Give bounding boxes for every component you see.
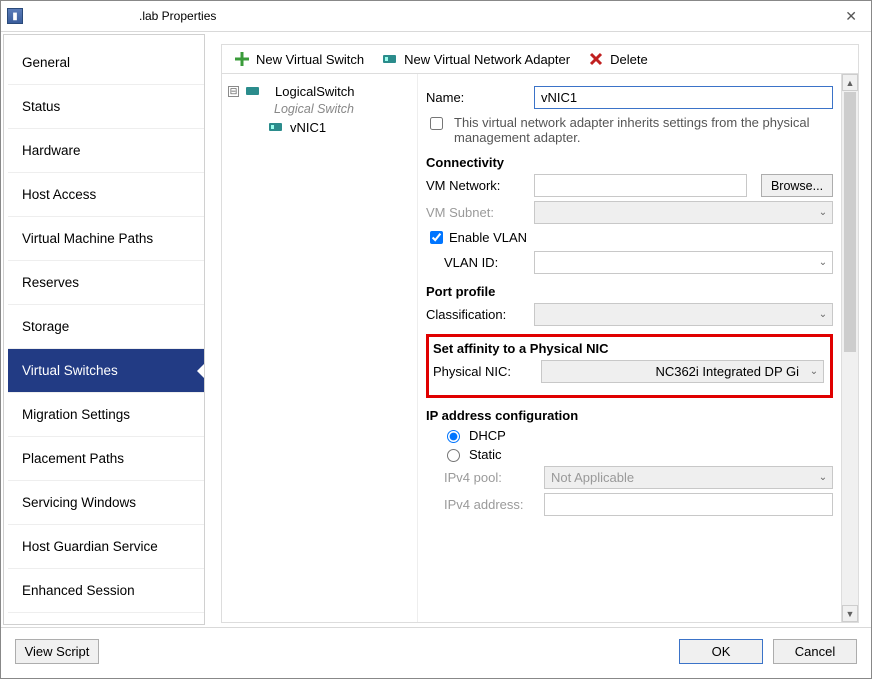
delete-icon bbox=[588, 51, 604, 67]
nav-hardware[interactable]: Hardware bbox=[8, 129, 204, 173]
tree-root-label: LogicalSwitch bbox=[275, 84, 355, 99]
nav-reserves[interactable]: Reserves bbox=[8, 261, 204, 305]
chevron-down-icon: ⌄ bbox=[805, 366, 823, 377]
nav-host-guardian[interactable]: Host Guardian Service bbox=[8, 525, 204, 569]
tree-root-sub: Logical Switch bbox=[226, 102, 413, 116]
close-icon[interactable]: ✕ bbox=[839, 6, 863, 27]
connectivity-header: Connectivity bbox=[426, 155, 833, 170]
vm-subnet-label: VM Subnet: bbox=[426, 205, 534, 220]
ipv4-pool-value: Not Applicable bbox=[545, 470, 814, 485]
vm-network-select[interactable] bbox=[534, 174, 747, 197]
enable-vlan-label: Enable VLAN bbox=[449, 230, 527, 245]
vertical-scrollbar[interactable]: ▲ ▼ bbox=[841, 74, 858, 622]
network-adapter-icon bbox=[382, 51, 398, 67]
plus-icon bbox=[234, 51, 250, 67]
ipv4-address-input bbox=[544, 493, 833, 516]
physical-nic-value: NC362i Integrated DP Gi bbox=[542, 364, 805, 379]
name-input[interactable] bbox=[534, 86, 833, 109]
nav-storage[interactable]: Storage bbox=[8, 305, 204, 349]
enable-vlan-checkbox[interactable] bbox=[430, 231, 443, 244]
tree-child-vnic1[interactable]: vNIC1 bbox=[226, 116, 413, 138]
vnic-icon bbox=[268, 119, 284, 135]
tree-child-label: vNIC1 bbox=[290, 120, 326, 135]
nav-virtual-switches[interactable]: Virtual Switches bbox=[8, 349, 204, 393]
content-area: New Virtual Switch New Virtual Network A… bbox=[205, 32, 871, 627]
vlan-id-label: VLAN ID: bbox=[444, 255, 534, 270]
scroll-thumb[interactable] bbox=[844, 92, 856, 352]
nav-status[interactable]: Status bbox=[8, 85, 204, 129]
switch-icon bbox=[245, 83, 261, 99]
port-profile-header: Port profile bbox=[426, 284, 833, 299]
chevron-down-icon: ⌄ bbox=[814, 309, 832, 320]
static-label: Static bbox=[469, 447, 502, 462]
tree-root[interactable]: ⊟ LogicalSwitch bbox=[226, 80, 413, 102]
physical-nic-label: Physical NIC: bbox=[433, 364, 541, 379]
cancel-button[interactable]: Cancel bbox=[773, 639, 857, 664]
scroll-up-icon[interactable]: ▲ bbox=[842, 74, 858, 91]
new-adapter-label: New Virtual Network Adapter bbox=[404, 52, 570, 67]
vm-subnet-select: ⌄ bbox=[534, 201, 833, 224]
ip-header: IP address configuration bbox=[426, 408, 833, 423]
title-bar: ▮ .lab Properties ✕ bbox=[1, 1, 871, 32]
delete-label: Delete bbox=[610, 52, 648, 67]
dialog-footer: View Script OK Cancel bbox=[1, 627, 871, 674]
inherit-label: This virtual network adapter inherits se… bbox=[454, 115, 833, 145]
ipv4-pool-select: Not Applicable ⌄ bbox=[544, 466, 833, 489]
static-radio[interactable] bbox=[447, 449, 460, 462]
name-label: Name: bbox=[426, 90, 534, 105]
delete-button[interactable]: Delete bbox=[582, 49, 654, 69]
classification-label: Classification: bbox=[426, 307, 534, 322]
nav-placement[interactable]: Placement Paths bbox=[8, 437, 204, 481]
nav-migration[interactable]: Migration Settings bbox=[8, 393, 204, 437]
browse-button[interactable]: Browse... bbox=[761, 174, 833, 197]
switch-tree: ⊟ LogicalSwitch Logical Switch vNIC1 bbox=[222, 74, 418, 622]
chevron-down-icon: ⌄ bbox=[814, 472, 832, 483]
ipv4-pool-label: IPv4 pool: bbox=[444, 470, 544, 485]
nav-servicing[interactable]: Servicing Windows bbox=[8, 481, 204, 525]
dhcp-radio[interactable] bbox=[447, 430, 460, 443]
nav-general[interactable]: General bbox=[8, 41, 204, 85]
inherit-checkbox[interactable] bbox=[430, 117, 443, 130]
new-switch-label: New Virtual Switch bbox=[256, 52, 364, 67]
chevron-down-icon: ⌄ bbox=[814, 207, 832, 218]
new-virtual-switch-button[interactable]: New Virtual Switch bbox=[228, 49, 370, 69]
physical-nic-select[interactable]: NC362i Integrated DP Gi ⌄ bbox=[541, 360, 824, 383]
affinity-highlight: Set affinity to a Physical NIC Physical … bbox=[426, 334, 833, 398]
view-script-button[interactable]: View Script bbox=[15, 639, 99, 664]
sidebar: General Status Hardware Host Access Virt… bbox=[3, 34, 205, 625]
new-virtual-adapter-button[interactable]: New Virtual Network Adapter bbox=[376, 49, 576, 69]
ipv4-address-label: IPv4 address: bbox=[444, 497, 544, 512]
collapse-icon[interactable]: ⊟ bbox=[228, 86, 239, 97]
vlan-id-select[interactable]: ⌄ bbox=[534, 251, 833, 274]
vm-network-label: VM Network: bbox=[426, 178, 534, 193]
nav-host-access[interactable]: Host Access bbox=[8, 173, 204, 217]
scroll-down-icon[interactable]: ▼ bbox=[842, 605, 858, 622]
properties-form: Name: This virtual network adapter inher… bbox=[418, 74, 841, 622]
ok-button[interactable]: OK bbox=[679, 639, 763, 664]
affinity-header: Set affinity to a Physical NIC bbox=[433, 341, 824, 356]
classification-select[interactable]: ⌄ bbox=[534, 303, 833, 326]
dhcp-label: DHCP bbox=[469, 428, 506, 443]
nav-enhanced[interactable]: Enhanced Session bbox=[8, 569, 204, 613]
nav-vm-paths[interactable]: Virtual Machine Paths bbox=[8, 217, 204, 261]
window-title: .lab Properties bbox=[139, 9, 216, 23]
toolbar: New Virtual Switch New Virtual Network A… bbox=[221, 44, 859, 74]
app-icon: ▮ bbox=[7, 8, 23, 24]
chevron-down-icon: ⌄ bbox=[814, 257, 832, 268]
